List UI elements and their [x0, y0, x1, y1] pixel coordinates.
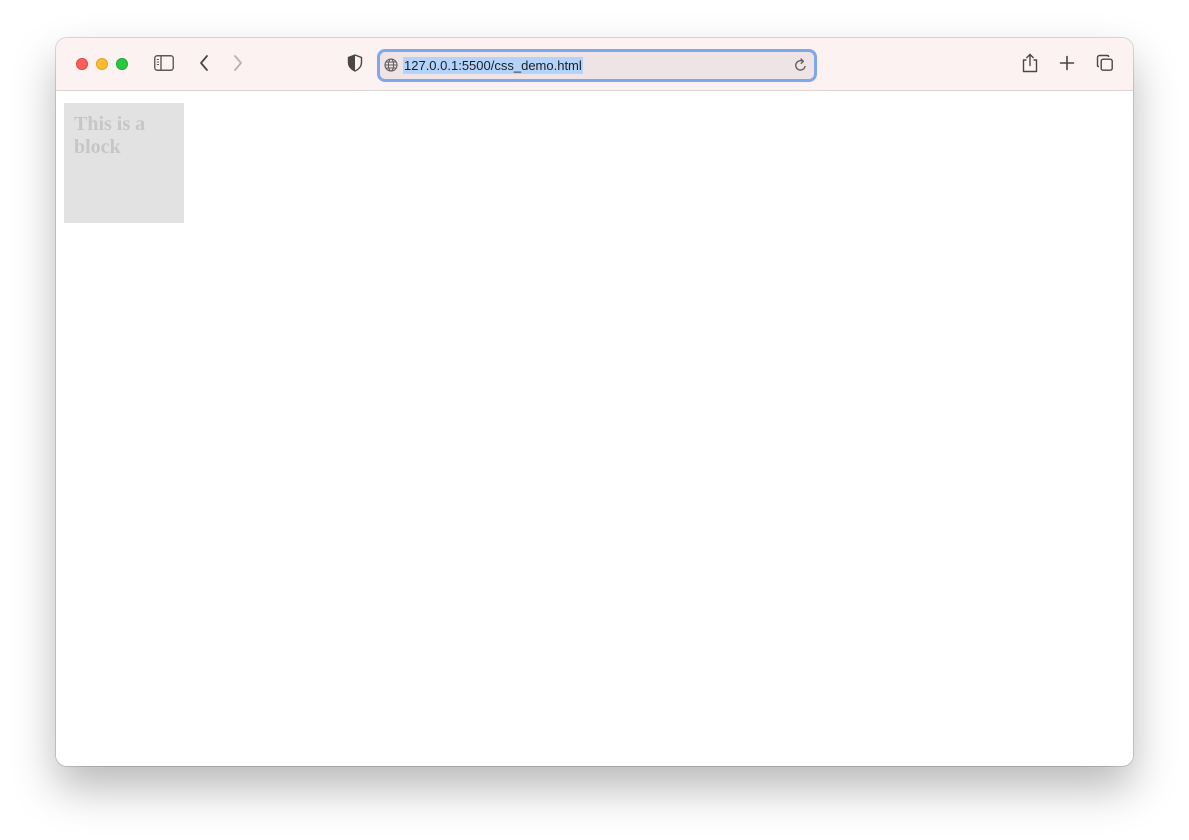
- browser-toolbar: 127.0.0.1:5500/css_demo.html: [56, 38, 1133, 91]
- plus-icon: [1059, 55, 1075, 71]
- address-bar[interactable]: 127.0.0.1:5500/css_demo.html: [377, 49, 817, 82]
- page-viewport: This is a block: [56, 91, 1133, 766]
- reload-icon[interactable]: [793, 58, 808, 73]
- globe-icon: [384, 58, 398, 72]
- demo-block: This is a block: [64, 103, 184, 223]
- chevron-left-icon: [200, 55, 208, 71]
- minimize-window-button[interactable]: [96, 58, 108, 70]
- sidebar-icon: [154, 55, 174, 71]
- close-window-button[interactable]: [76, 58, 88, 70]
- tab-overview-button[interactable]: [1091, 49, 1119, 77]
- share-icon: [1022, 53, 1038, 73]
- url-text[interactable]: 127.0.0.1:5500/css_demo.html: [403, 57, 583, 74]
- back-button[interactable]: [190, 49, 218, 77]
- desktop-background: 127.0.0.1:5500/css_demo.html This is a b…: [0, 0, 1189, 840]
- chevron-right-icon: [234, 55, 242, 71]
- tabs-overview-icon: [1096, 54, 1113, 71]
- zoom-window-button[interactable]: [116, 58, 128, 70]
- forward-button[interactable]: [224, 49, 252, 77]
- sidebar-toggle-button[interactable]: [150, 49, 178, 77]
- browser-window: 127.0.0.1:5500/css_demo.html This is a b…: [56, 38, 1133, 766]
- shield-icon: [347, 54, 363, 72]
- demo-block-text: This is a block: [74, 113, 146, 158]
- new-tab-button[interactable]: [1053, 49, 1081, 77]
- privacy-report-button[interactable]: [341, 49, 369, 77]
- share-button[interactable]: [1016, 49, 1044, 77]
